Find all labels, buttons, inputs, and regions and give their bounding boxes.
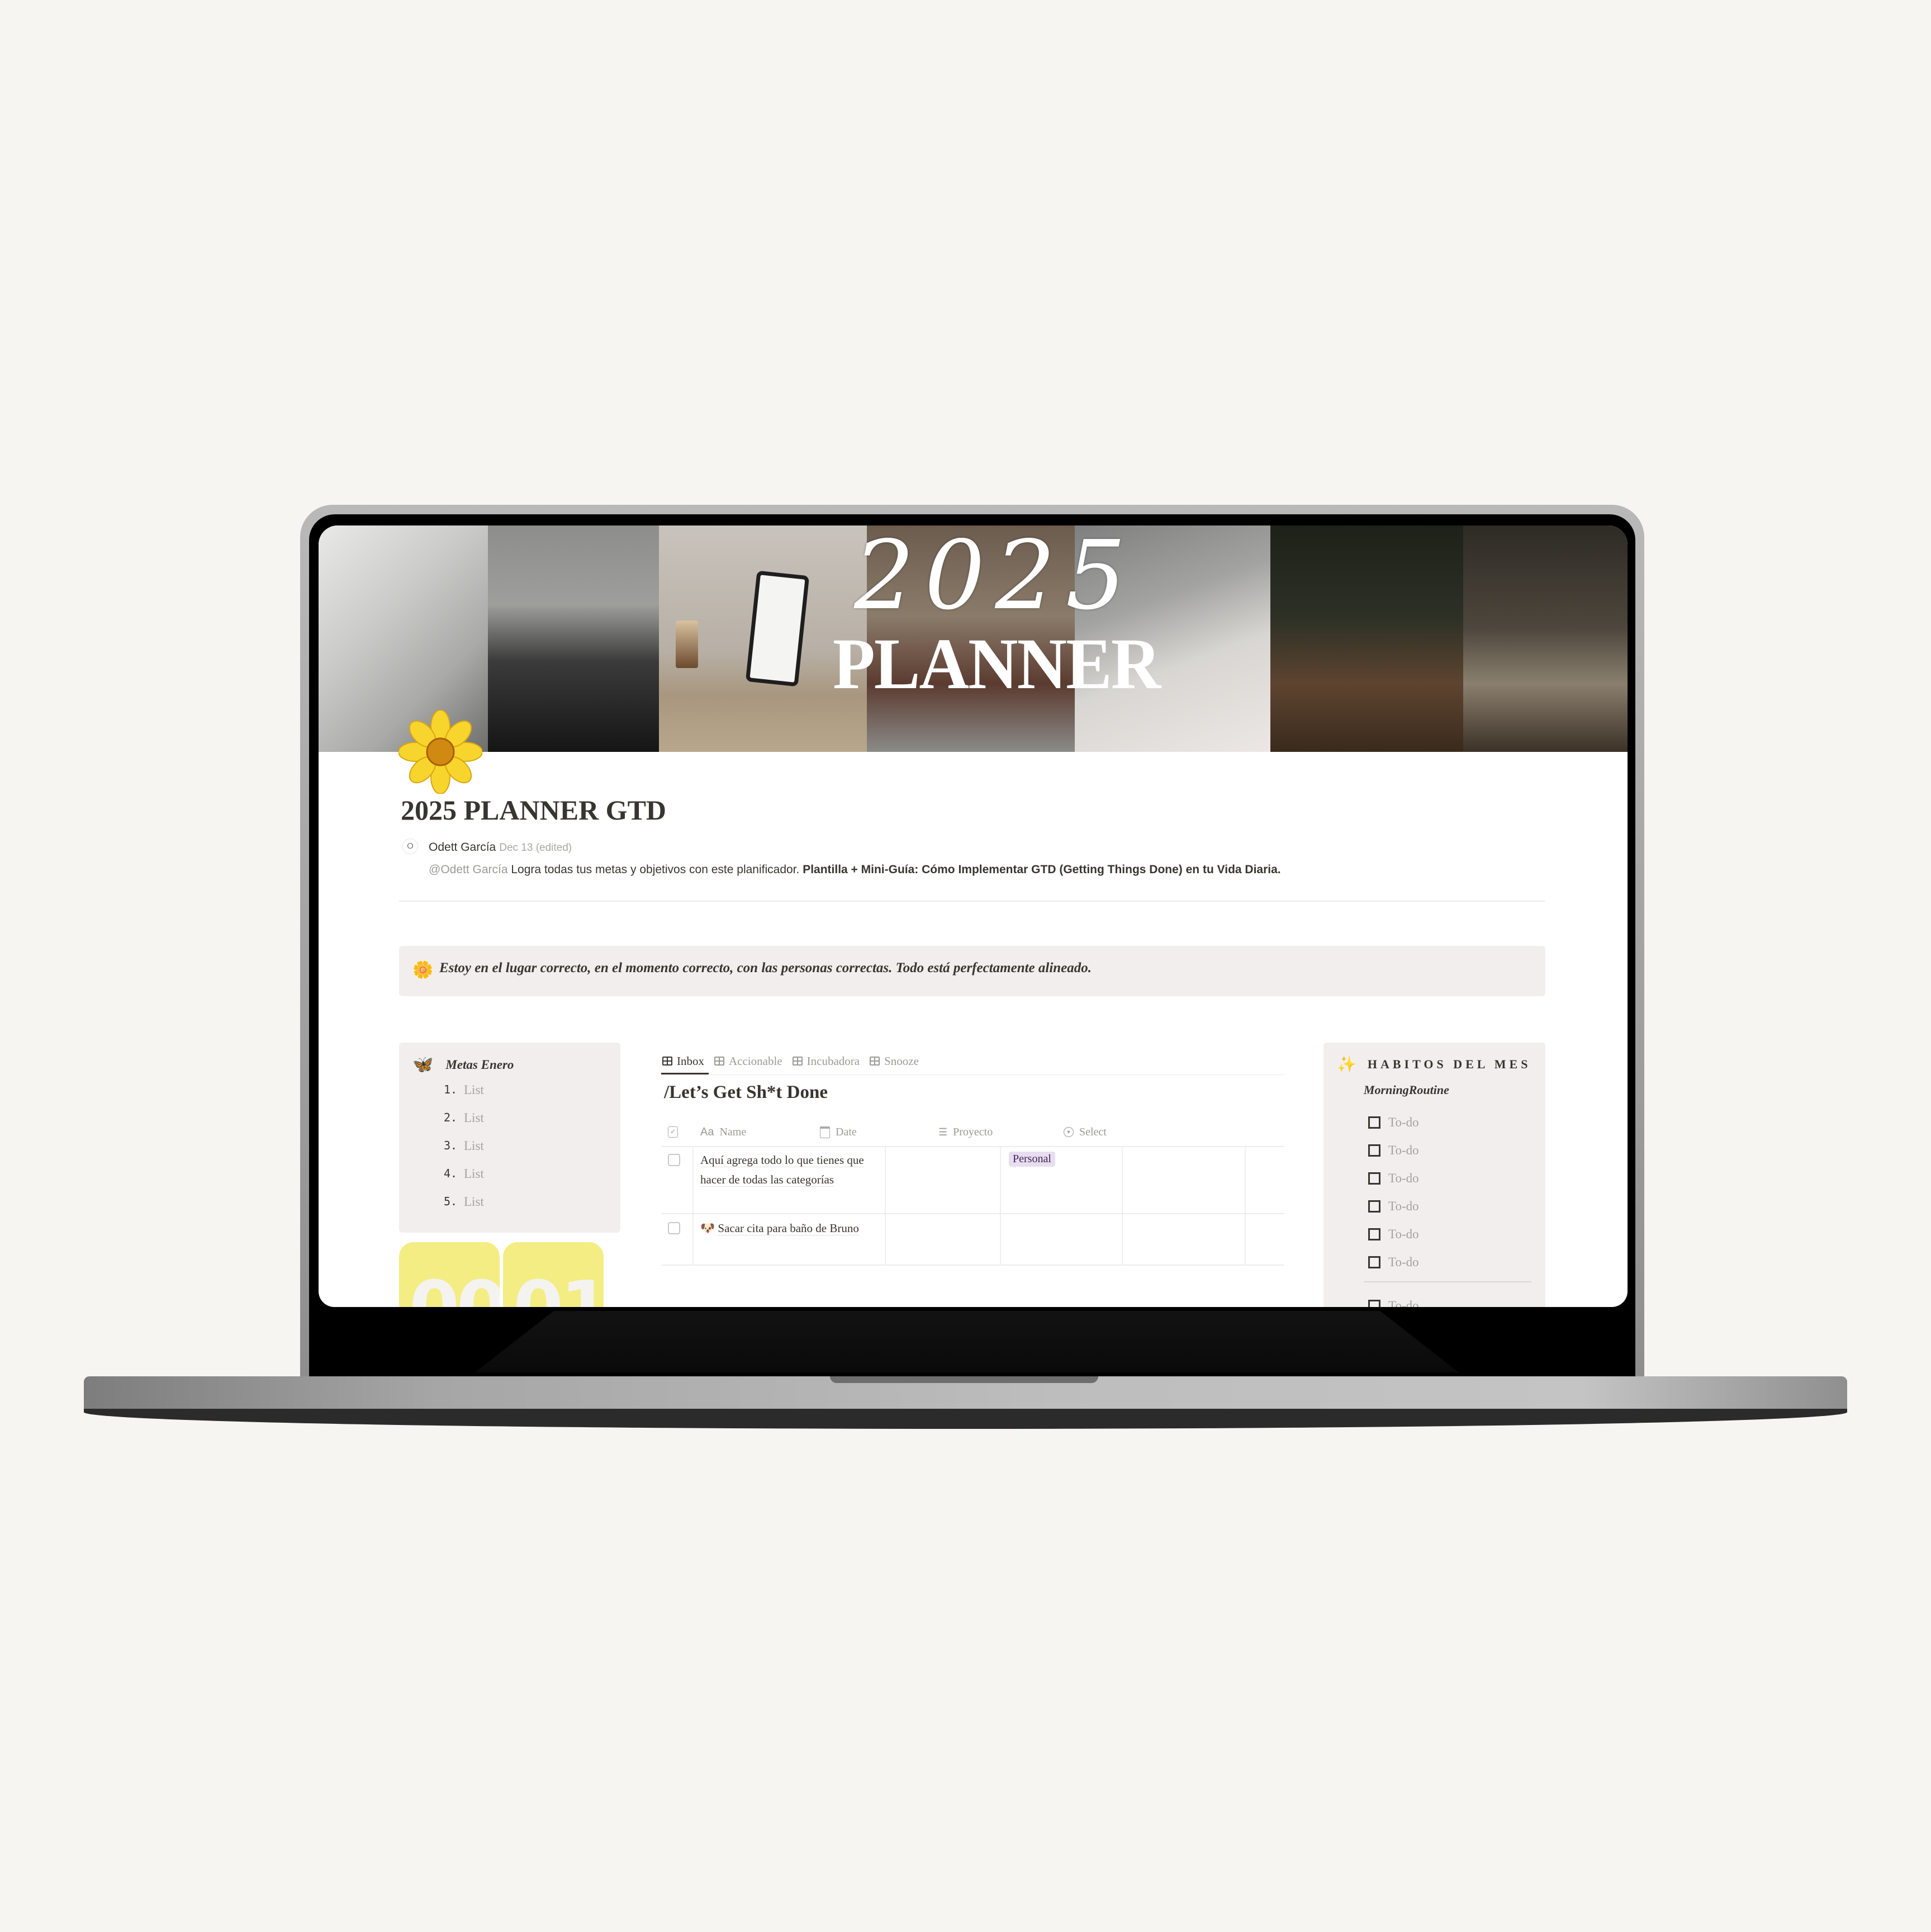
calendar-icon [820, 1126, 830, 1138]
goals-title: Metas Enero [445, 1057, 514, 1072]
description-bold: Plantilla + Mini-Guía: Cómo Implementar … [803, 863, 1281, 876]
flip-clock-widget[interactable]: 00 01 [399, 1242, 606, 1307]
goal-item[interactable]: 3. List [444, 1139, 484, 1167]
todo-checkbox[interactable] [1368, 1200, 1380, 1213]
goal-item[interactable]: 1. List [444, 1083, 484, 1111]
cover-title-year: 2025 [854, 525, 1136, 631]
column-header-date[interactable]: Date [815, 1118, 935, 1146]
tab-incubadora[interactable]: Incubadora [791, 1049, 861, 1073]
todo-item[interactable]: To-do [1368, 1164, 1419, 1192]
author-avatar[interactable]: O [402, 839, 418, 854]
keyboard-reflection [475, 1311, 1459, 1372]
page-description: @Odett García Logra todas tus metas y ob… [429, 863, 1281, 877]
habits-panel: ✨ HABITOS DEL MES MorningRoutine To-do T… [1323, 1043, 1545, 1307]
butterfly-icon: 🦋 [412, 1055, 434, 1074]
column-header-proyecto[interactable]: ☰ Proyecto [935, 1118, 1060, 1146]
date-cell[interactable] [886, 1214, 1001, 1265]
table-row[interactable]: 🐶 Sacar cita para baño de Bruno [661, 1214, 1284, 1266]
tab-inbox[interactable]: Inbox [661, 1049, 709, 1074]
table-icon [870, 1057, 880, 1066]
flip-card-hours: 00 [399, 1242, 500, 1307]
laptop-base-shadow [84, 1409, 1847, 1429]
description-text: Logra todas tus metas y objetivos con es… [507, 863, 803, 876]
todo-item[interactable]: To-do [1368, 1137, 1419, 1164]
date-cell[interactable] [886, 1146, 1001, 1213]
goal-item[interactable]: 4. List [444, 1167, 484, 1195]
goals-panel: 🦋 Metas Enero 1. List 2. List 3. List 4. Lis… [399, 1043, 620, 1233]
affirmation-callout: 🌼 Estoy en el lugar correcto, en el mome… [399, 946, 1545, 996]
notion-page: 2025 PLANNER 2025 PLANNER GTD O Odett Ga… [319, 525, 1628, 1307]
todo-checkbox[interactable] [1368, 1116, 1380, 1129]
row-checkbox[interactable] [668, 1222, 680, 1234]
todo-item[interactable]: To-do [1368, 1292, 1419, 1307]
proyecto-cell[interactable]: Personal [1001, 1146, 1123, 1213]
select-cell[interactable] [1123, 1214, 1246, 1265]
database-title[interactable]: /Let’s Get Sh*t Done [664, 1082, 828, 1103]
divider [399, 901, 1545, 902]
proyecto-cell[interactable] [1001, 1214, 1123, 1265]
tab-accionable[interactable]: Accionable [713, 1049, 784, 1073]
name-cell[interactable]: 🐶 Sacar cita para baño de Bruno [694, 1214, 886, 1265]
cover-photo-luggage [488, 525, 659, 752]
cover-photo-writing [1463, 525, 1628, 752]
cover-title-word: PLANNER [833, 623, 1161, 704]
column-header-name[interactable]: Aa Name [700, 1118, 815, 1146]
table-icon [662, 1057, 672, 1066]
author-line: Odett García Dec 13 (edited) [429, 841, 572, 854]
todo-checkbox[interactable] [1368, 1144, 1380, 1157]
todo-item[interactable]: To-do [1368, 1192, 1419, 1220]
goals-list: 1. List 2. List 3. List 4. List 5. List [444, 1083, 484, 1223]
column-header-select[interactable]: ▼ Select [1060, 1118, 1187, 1146]
author-name[interactable]: Odett García [429, 841, 496, 854]
todo-item[interactable]: To-do [1368, 1248, 1419, 1276]
table-icon [714, 1057, 724, 1066]
flip-card-minutes: 01 [503, 1242, 604, 1307]
divider [1364, 1281, 1531, 1282]
goal-item[interactable]: 2. List [444, 1111, 484, 1139]
tag-personal: Personal [1009, 1152, 1055, 1167]
tab-snooze[interactable]: Snooze [869, 1049, 920, 1073]
callout-text: Estoy en el lugar correcto, en el moment… [439, 960, 1092, 976]
sparkles-icon: ✨ [1337, 1055, 1356, 1073]
habits-todo-list: To-do To-do To-do To-do To-do To-do [1368, 1109, 1419, 1276]
user-mention[interactable]: @Odett García [429, 863, 508, 876]
checkbox-icon: ✓ [668, 1126, 678, 1138]
database-view-tabs: Inbox Accionable Incubadora Snooze [661, 1049, 1284, 1075]
todo-checkbox[interactable] [1368, 1300, 1380, 1307]
row-checkbox[interactable] [668, 1154, 680, 1166]
text-property-icon: Aa [700, 1125, 714, 1138]
cover-photo-wine-dinner [1270, 525, 1463, 752]
laptop-hinge-notch [830, 1376, 1098, 1383]
edit-date: Dec 13 (edited) [499, 842, 572, 854]
todo-item[interactable]: To-do [1368, 1109, 1419, 1137]
select-cell[interactable] [1123, 1146, 1246, 1213]
todo-checkbox[interactable] [1368, 1172, 1380, 1185]
goal-item[interactable]: 5. List [444, 1195, 484, 1223]
todo-checkbox[interactable] [1368, 1228, 1380, 1240]
habits-title: HABITOS DEL MES [1367, 1057, 1531, 1071]
list-icon: ☰ [938, 1126, 948, 1138]
habits-subtitle: MorningRoutine [1364, 1083, 1449, 1097]
todo-checkbox[interactable] [1368, 1256, 1380, 1268]
table-header: ✓ Aa Name Date ☰ Proyecto ▼ Select [661, 1118, 1284, 1147]
sunflower-icon: 🌼 [412, 961, 434, 979]
sunflower-icon[interactable] [398, 709, 483, 794]
done-cell [661, 1146, 694, 1213]
done-cell [661, 1214, 694, 1265]
table-icon [792, 1057, 803, 1066]
table-row[interactable]: Aquí agrega todo lo que tienes que hacer… [661, 1146, 1284, 1214]
select-icon: ▼ [1064, 1127, 1074, 1137]
todo-item[interactable]: To-do [1368, 1220, 1419, 1248]
page-title[interactable]: 2025 PLANNER GTD [401, 794, 666, 826]
name-cell[interactable]: Aquí agrega todo lo que tienes que hacer… [694, 1146, 886, 1213]
column-header-done[interactable]: ✓ [661, 1118, 700, 1146]
dog-icon: 🐶 [700, 1221, 715, 1235]
